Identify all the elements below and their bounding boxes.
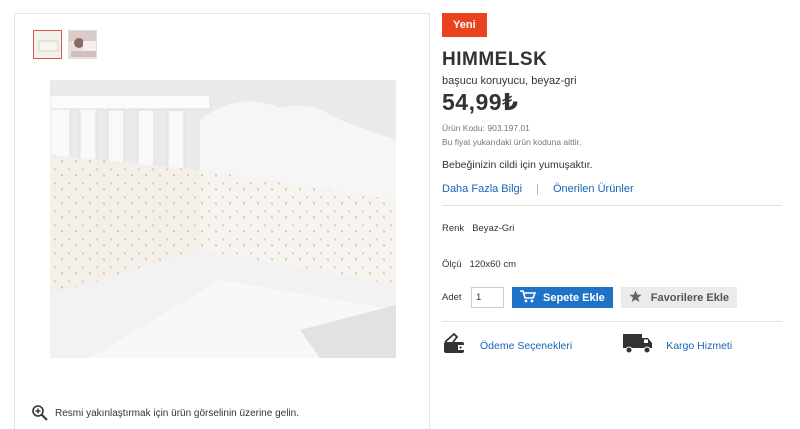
wallet-icon — [442, 330, 468, 361]
shipping-service-link[interactable]: Kargo Hizmeti — [622, 331, 732, 360]
quantity-label: Adet — [442, 292, 462, 303]
product-subtitle: başucu koruyucu, beyaz-gri — [442, 75, 577, 87]
quantity-input[interactable] — [471, 287, 504, 308]
product-price: 54,99₺ — [442, 89, 519, 115]
price-note: Bu fiyat yukarıdaki ürün koduna aittir. — [442, 137, 582, 147]
new-badge: Yeni — [442, 13, 487, 37]
main-product-image[interactable] — [50, 80, 396, 358]
purchase-row: Adet Sepete Ekle Favorilere Ekle — [442, 287, 784, 308]
product-code: Ürün Kodu: 903.197.01 — [442, 123, 530, 133]
payment-options-link[interactable]: Ödeme Seçenekleri — [442, 330, 572, 361]
info-links: Daha Fazla Bilgi | Önerilen Ürünler — [442, 183, 784, 195]
product-info: Yeni HIMMELSK başucu koruyucu, beyaz-gri… — [442, 13, 784, 361]
color-row: Renk Beyaz-Gri — [442, 223, 784, 234]
zoom-hint-text: Resmi yakınlaştırmak için ürün görselini… — [55, 407, 299, 419]
color-value: Beyaz-Gri — [472, 223, 515, 234]
thumbnail-2[interactable] — [68, 30, 97, 59]
truck-icon — [622, 331, 654, 360]
size-label: Ölçü — [442, 259, 462, 270]
add-to-favorites-label: Favorilere Ekle — [650, 291, 730, 304]
product-description: Bebeğinizin cildi için yumuşaktır. — [442, 159, 593, 171]
add-to-cart-button[interactable]: Sepete Ekle — [512, 287, 613, 308]
thumbnail-1[interactable] — [33, 30, 62, 59]
more-info-link[interactable]: Daha Fazla Bilgi — [442, 183, 522, 195]
size-row: Ölçü 120x60 cm — [442, 259, 784, 270]
color-label: Renk — [442, 223, 465, 234]
cart-icon — [520, 289, 537, 306]
shipping-service-label: Kargo Hizmeti — [666, 339, 733, 352]
product-gallery: Resmi yakınlaştırmak için ürün görselini… — [14, 13, 430, 429]
link-separator: | — [536, 183, 539, 195]
recommended-products-link[interactable]: Önerilen Ürünler — [553, 183, 634, 195]
service-links: Ödeme Seçenekleri Kargo Hizmeti — [442, 330, 784, 361]
zoom-hint: Resmi yakınlaştırmak için ürün görselini… — [31, 404, 299, 422]
zoom-in-icon — [31, 404, 49, 422]
product-name: HIMMELSK — [442, 49, 548, 70]
size-value: 120x60 cm — [469, 259, 517, 270]
star-icon — [629, 290, 642, 306]
divider — [442, 321, 782, 322]
add-to-favorites-button[interactable]: Favorilere Ekle — [620, 287, 738, 308]
divider — [442, 205, 782, 206]
payment-options-label: Ödeme Seçenekleri — [480, 339, 573, 352]
add-to-cart-label: Sepete Ekle — [543, 291, 605, 304]
